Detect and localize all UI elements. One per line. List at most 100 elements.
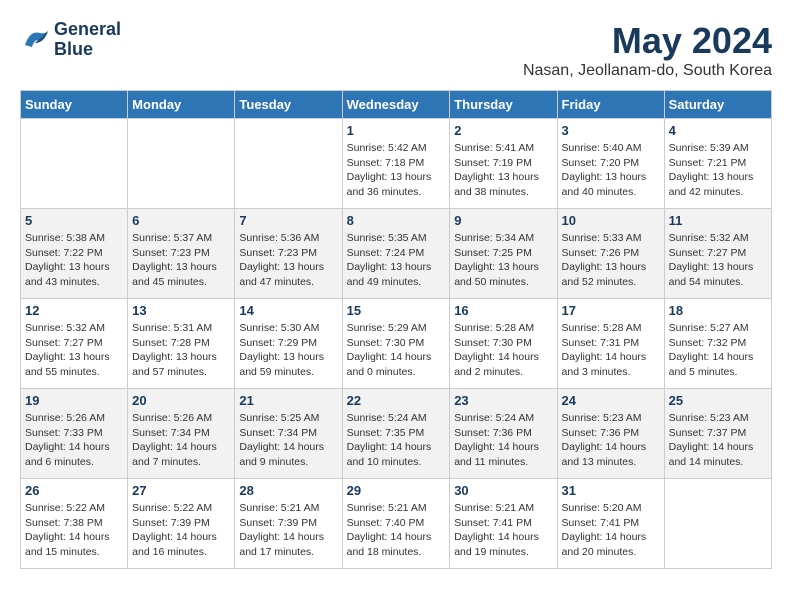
day-info: Sunrise: 5:25 AM Sunset: 7:34 PM Dayligh… [239, 411, 337, 470]
day-info: Sunrise: 5:41 AM Sunset: 7:19 PM Dayligh… [454, 141, 552, 200]
calendar-week-row: 5Sunrise: 5:38 AM Sunset: 7:22 PM Daylig… [21, 209, 772, 299]
calendar-cell: 11 Sunrise: 5:32 AM Sunset: 7:27 PM Dayli… [664, 209, 771, 299]
calendar-cell: 25Sunrise: 5:23 AM Sunset: 7:37 PM Dayli… [664, 389, 771, 479]
day-number: 21 [239, 393, 337, 408]
calendar-week-row: 19 Sunrise: 5:26 AM Sunset: 7:33 PM Dayli… [21, 389, 772, 479]
day-info: Sunrise: 5:24 AM Sunset: 7:35 PM Dayligh… [347, 411, 446, 470]
day-info: Sunrise: 5:42 AM Sunset: 7:18 PM Dayligh… [347, 141, 446, 200]
day-info: Sunrise: 5:22 AM Sunset: 7:38 PM Dayligh… [25, 501, 123, 560]
day-info: Sunrise: 5:34 AM Sunset: 7:25 PM Dayligh… [454, 231, 552, 290]
calendar-cell: 7Sunrise: 5:36 AM Sunset: 7:23 PM Daylig… [235, 209, 342, 299]
day-info: Sunrise: 5:38 AM Sunset: 7:22 PM Dayligh… [25, 231, 123, 290]
day-number: 18 [669, 303, 767, 318]
day-info: Sunrise: 5:30 AM Sunset: 7:29 PM Dayligh… [239, 321, 337, 380]
day-number: 6 [132, 213, 230, 228]
calendar-cell: 26Sunrise: 5:22 AM Sunset: 7:38 PM Dayli… [21, 479, 128, 569]
calendar-cell: 20Sunrise: 5:26 AM Sunset: 7:34 PM Dayli… [128, 389, 235, 479]
day-number: 11 [669, 213, 767, 228]
calendar-cell: 1 Sunrise: 5:42 AM Sunset: 7:18 PM Daylig… [342, 119, 450, 209]
calendar-cell: 13 Sunrise: 5:31 AM Sunset: 7:28 PM Dayli… [128, 299, 235, 389]
day-info: Sunrise: 5:21 AM Sunset: 7:41 PM Dayligh… [454, 501, 552, 560]
calendar-cell: 14 Sunrise: 5:30 AM Sunset: 7:29 PM Dayli… [235, 299, 342, 389]
day-number: 15 [347, 303, 446, 318]
day-number: 24 [562, 393, 660, 408]
calendar-week-row: 1 Sunrise: 5:42 AM Sunset: 7:18 PM Daylig… [21, 119, 772, 209]
calendar-cell [128, 119, 235, 209]
day-info: Sunrise: 5:24 AM Sunset: 7:36 PM Dayligh… [454, 411, 552, 470]
calendar-cell: 3 Sunrise: 5:40 AM Sunset: 7:20 PM Daylig… [557, 119, 664, 209]
calendar-cell: 24Sunrise: 5:23 AM Sunset: 7:36 PM Dayli… [557, 389, 664, 479]
calendar-cell: 30 Sunrise: 5:21 AM Sunset: 7:41 PM Dayli… [450, 479, 557, 569]
day-number: 22 [347, 393, 446, 408]
logo: General Blue [20, 20, 121, 60]
calendar-week-row: 12Sunrise: 5:32 AM Sunset: 7:27 PM Dayli… [21, 299, 772, 389]
day-info: Sunrise: 5:33 AM Sunset: 7:26 PM Dayligh… [562, 231, 660, 290]
day-number: 28 [239, 483, 337, 498]
day-number: 17 [562, 303, 660, 318]
day-info: Sunrise: 5:32 AM Sunset: 7:27 PM Dayligh… [669, 231, 767, 290]
calendar-cell: 15 Sunrise: 5:29 AM Sunset: 7:30 PM Dayli… [342, 299, 450, 389]
day-info: Sunrise: 5:28 AM Sunset: 7:31 PM Dayligh… [562, 321, 660, 380]
weekday-header-row: SundayMondayTuesdayWednesdayThursdayFrid… [21, 91, 772, 119]
calendar-cell: 12Sunrise: 5:32 AM Sunset: 7:27 PM Dayli… [21, 299, 128, 389]
day-number: 10 [562, 213, 660, 228]
day-number: 30 [454, 483, 552, 498]
day-number: 7 [239, 213, 337, 228]
day-info: Sunrise: 5:21 AM Sunset: 7:40 PM Dayligh… [347, 501, 446, 560]
calendar-cell: 21 Sunrise: 5:25 AM Sunset: 7:34 PM Dayli… [235, 389, 342, 479]
month-title: May 2024 [523, 20, 772, 62]
calendar-cell [21, 119, 128, 209]
calendar-cell [664, 479, 771, 569]
logo-icon [20, 25, 50, 55]
day-number: 13 [132, 303, 230, 318]
calendar-cell: 23 Sunrise: 5:24 AM Sunset: 7:36 PM Dayli… [450, 389, 557, 479]
calendar-cell: 4Sunrise: 5:39 AM Sunset: 7:21 PM Daylig… [664, 119, 771, 209]
calendar-week-row: 26Sunrise: 5:22 AM Sunset: 7:38 PM Dayli… [21, 479, 772, 569]
logo-text: General Blue [54, 20, 121, 60]
title-section: May 2024 Nasan, Jeollanam-do, South Kore… [523, 20, 772, 80]
calendar-cell: 2 Sunrise: 5:41 AM Sunset: 7:19 PM Daylig… [450, 119, 557, 209]
day-info: Sunrise: 5:35 AM Sunset: 7:24 PM Dayligh… [347, 231, 446, 290]
calendar-cell: 19 Sunrise: 5:26 AM Sunset: 7:33 PM Dayli… [21, 389, 128, 479]
day-info: Sunrise: 5:28 AM Sunset: 7:30 PM Dayligh… [454, 321, 552, 380]
weekday-header-sunday: Sunday [21, 91, 128, 119]
day-info: Sunrise: 5:22 AM Sunset: 7:39 PM Dayligh… [132, 501, 230, 560]
day-number: 27 [132, 483, 230, 498]
weekday-header-tuesday: Tuesday [235, 91, 342, 119]
day-number: 31 [562, 483, 660, 498]
calendar-cell [235, 119, 342, 209]
calendar-cell: 6 Sunrise: 5:37 AM Sunset: 7:23 PM Daylig… [128, 209, 235, 299]
day-number: 2 [454, 123, 552, 138]
day-info: Sunrise: 5:37 AM Sunset: 7:23 PM Dayligh… [132, 231, 230, 290]
day-number: 29 [347, 483, 446, 498]
day-number: 14 [239, 303, 337, 318]
weekday-header-wednesday: Wednesday [342, 91, 450, 119]
calendar-cell: 5Sunrise: 5:38 AM Sunset: 7:22 PM Daylig… [21, 209, 128, 299]
day-number: 9 [454, 213, 552, 228]
day-info: Sunrise: 5:26 AM Sunset: 7:33 PM Dayligh… [25, 411, 123, 470]
weekday-header-thursday: Thursday [450, 91, 557, 119]
calendar-table: SundayMondayTuesdayWednesdayThursdayFrid… [20, 90, 772, 569]
day-number: 19 [25, 393, 123, 408]
day-info: Sunrise: 5:32 AM Sunset: 7:27 PM Dayligh… [25, 321, 123, 380]
day-info: Sunrise: 5:39 AM Sunset: 7:21 PM Dayligh… [669, 141, 767, 200]
day-info: Sunrise: 5:21 AM Sunset: 7:39 PM Dayligh… [239, 501, 337, 560]
calendar-cell: 28 Sunrise: 5:21 AM Sunset: 7:39 PM Dayli… [235, 479, 342, 569]
day-number: 3 [562, 123, 660, 138]
day-number: 16 [454, 303, 552, 318]
location: Nasan, Jeollanam-do, South Korea [523, 62, 772, 80]
calendar-cell: 22 Sunrise: 5:24 AM Sunset: 7:35 PM Dayli… [342, 389, 450, 479]
day-info: Sunrise: 5:23 AM Sunset: 7:37 PM Dayligh… [669, 411, 767, 470]
day-info: Sunrise: 5:26 AM Sunset: 7:34 PM Dayligh… [132, 411, 230, 470]
calendar-cell: 10 Sunrise: 5:33 AM Sunset: 7:26 PM Dayli… [557, 209, 664, 299]
day-info: Sunrise: 5:40 AM Sunset: 7:20 PM Dayligh… [562, 141, 660, 200]
weekday-header-friday: Friday [557, 91, 664, 119]
calendar-cell: 9 Sunrise: 5:34 AM Sunset: 7:25 PM Daylig… [450, 209, 557, 299]
weekday-header-monday: Monday [128, 91, 235, 119]
day-info: Sunrise: 5:29 AM Sunset: 7:30 PM Dayligh… [347, 321, 446, 380]
day-number: 23 [454, 393, 552, 408]
day-info: Sunrise: 5:27 AM Sunset: 7:32 PM Dayligh… [669, 321, 767, 380]
day-info: Sunrise: 5:31 AM Sunset: 7:28 PM Dayligh… [132, 321, 230, 380]
day-number: 1 [347, 123, 446, 138]
weekday-header-saturday: Saturday [664, 91, 771, 119]
